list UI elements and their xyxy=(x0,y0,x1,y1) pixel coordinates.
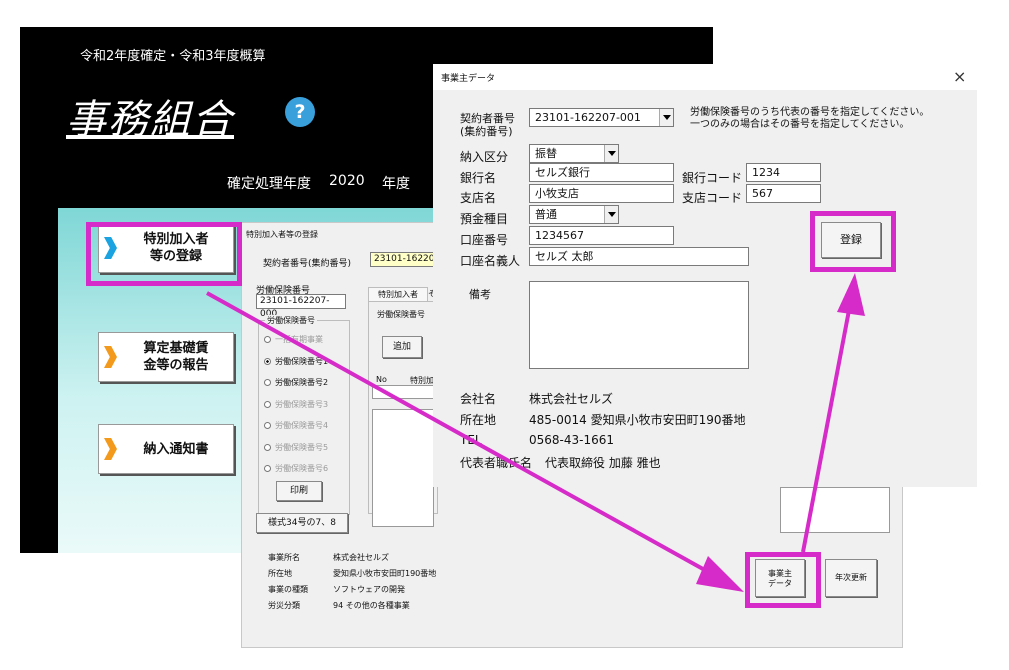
arrow-to-employer-button xyxy=(206,291,713,576)
arrow-head-icon xyxy=(696,556,744,592)
annotation-arrows xyxy=(206,273,865,592)
arrow-head-icon xyxy=(837,273,865,316)
arrow-to-register-button xyxy=(801,304,852,553)
